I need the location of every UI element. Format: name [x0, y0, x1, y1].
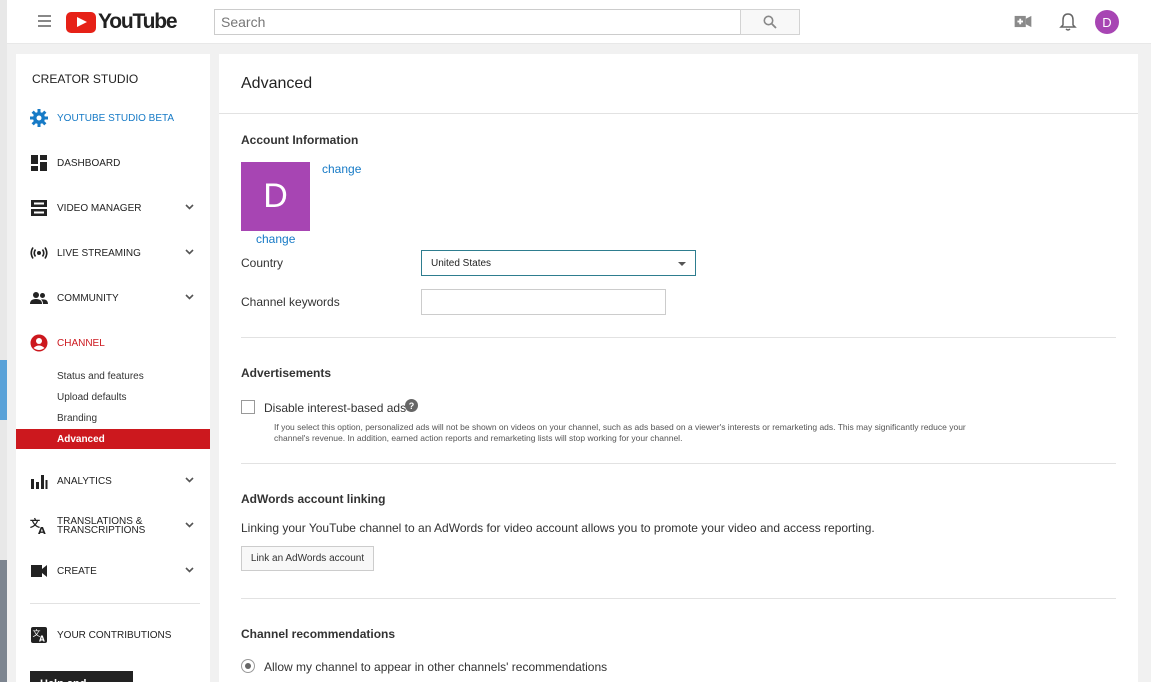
sidebar-subitem-branding[interactable]: Branding: [16, 408, 210, 428]
sidebar-item-your-contributions[interactable]: 文 A YOUR CONTRIBUTIONS: [16, 620, 210, 650]
search-input[interactable]: [214, 9, 740, 35]
svg-text:A: A: [38, 526, 46, 535]
channel-keywords-input[interactable]: [421, 289, 666, 315]
help-question-icon[interactable]: ?: [405, 399, 418, 412]
desktop-edge: [0, 0, 7, 682]
sidebar-subitem-label: Branding: [57, 413, 98, 424]
channel-keywords-label: Channel keywords: [241, 295, 340, 309]
sidebar-item-label: CREATE: [57, 565, 97, 577]
country-selected-value: United States: [431, 258, 492, 269]
play-logo-icon: [66, 11, 96, 33]
sidebar-subitem-label: Status and features: [57, 371, 144, 382]
sidebar-title: CREATOR STUDIO: [32, 72, 139, 86]
video-manager-icon: [31, 200, 47, 216]
creator-studio-sidebar: CREATOR STUDIO YOUTUBE STUDIO BETA DASHB…: [16, 54, 210, 682]
sidebar-subitem-label: Upload defaults: [57, 392, 127, 403]
help-feedback-button[interactable]: Help and feedback: [30, 671, 133, 682]
dashboard-icon: [31, 155, 47, 171]
allow-recommendations-radio[interactable]: [241, 659, 255, 673]
sidebar-item-label: DASHBOARD: [57, 157, 121, 169]
sidebar-item-video-manager[interactable]: VIDEO MANAGER: [16, 193, 210, 223]
sidebar-subitem-advanced[interactable]: Advanced: [16, 429, 210, 449]
menu-icon[interactable]: [38, 15, 51, 27]
search-bar: [214, 9, 800, 35]
chevron-down-icon[interactable]: [185, 294, 194, 300]
disable-interest-ads-checkbox[interactable]: [241, 400, 255, 414]
channel-avatar: D: [241, 162, 310, 231]
svg-text:A: A: [39, 635, 45, 644]
account-avatar[interactable]: D: [1095, 10, 1119, 34]
advertisements-heading: Advertisements: [241, 366, 332, 380]
sidebar-item-label: CHANNEL: [57, 337, 105, 349]
sidebar-item-label: LIVE STREAMING: [57, 247, 141, 259]
sidebar-item-label: VIDEO MANAGER: [57, 202, 142, 214]
change-account-link[interactable]: change: [322, 162, 361, 176]
sidebar-item-label: YOUR CONTRIBUTIONS: [57, 629, 172, 641]
sidebar-item-label: YOUTUBE STUDIO BETA: [57, 112, 175, 124]
sidebar-subitem-label: Advanced: [57, 434, 105, 445]
section-divider: [241, 463, 1116, 464]
dropdown-arrow-icon: [678, 262, 686, 266]
chevron-down-icon[interactable]: [185, 204, 194, 210]
sidebar-subitem-status-and-features[interactable]: Status and features: [16, 366, 210, 386]
chevron-down-icon[interactable]: [185, 567, 194, 573]
section-divider: [241, 598, 1116, 599]
disable-interest-ads-label: Disable interest-based ads: [264, 401, 407, 415]
sidebar-item-youtube-studio-beta[interactable]: YOUTUBE STUDIO BETA: [16, 103, 210, 133]
upload-camera-icon[interactable]: [1014, 15, 1032, 28]
allow-recommendations-label: Allow my channel to appear in other chan…: [264, 660, 608, 674]
analytics-icon: [31, 475, 48, 489]
ads-explanation-note: If you select this option, personalized …: [274, 422, 966, 443]
change-avatar-link[interactable]: change: [256, 232, 295, 246]
account-information-heading: Account Information: [241, 133, 359, 147]
translate-icon: 文 A: [30, 517, 46, 535]
channel-icon: [30, 334, 48, 352]
sidebar-item-label: TRANSLATIONS & TRANSCRIPTIONS: [57, 516, 146, 536]
search-button[interactable]: [740, 9, 800, 35]
page-header: Advanced: [219, 54, 1138, 114]
community-icon: [30, 292, 48, 304]
search-icon: [763, 15, 777, 29]
sidebar-item-community[interactable]: COMMUNITY: [16, 283, 210, 313]
sidebar-item-dashboard[interactable]: DASHBOARD: [16, 148, 210, 178]
sidebar-item-translations[interactable]: 文 A TRANSLATIONS & TRANSCRIPTIONS: [16, 511, 210, 541]
sidebar-item-live-streaming[interactable]: LIVE STREAMING: [16, 238, 210, 268]
create-icon: [31, 565, 47, 577]
youtube-logo[interactable]: YouTube: [66, 10, 178, 33]
adwords-heading: AdWords account linking: [241, 492, 386, 506]
country-label: Country: [241, 256, 284, 270]
sidebar-item-channel[interactable]: CHANNEL: [16, 328, 210, 358]
adwords-description: Linking your YouTube channel to an AdWor…: [241, 521, 875, 535]
chevron-down-icon[interactable]: [185, 522, 194, 528]
chevron-down-icon[interactable]: [185, 477, 194, 483]
sidebar-item-analytics[interactable]: ANALYTICS: [16, 466, 210, 496]
link-adwords-button[interactable]: Link an AdWords account: [241, 546, 374, 571]
masthead: YouTube: [7, 0, 1151, 44]
sidebar-item-label: COMMUNITY: [57, 292, 119, 304]
channel-recommendations-heading: Channel recommendations: [241, 627, 396, 641]
gear-icon: [30, 109, 48, 127]
page-title: Advanced: [241, 75, 313, 92]
logo-text: YouTube: [98, 10, 178, 33]
advanced-settings-panel: Advanced Account Information D change ch…: [219, 54, 1138, 682]
sidebar-subitem-upload-defaults[interactable]: Upload defaults: [16, 387, 210, 407]
notifications-bell-icon[interactable]: [1059, 12, 1077, 32]
contributions-icon: 文 A: [31, 627, 47, 644]
live-icon: [30, 247, 48, 259]
sidebar-item-create[interactable]: CREATE: [16, 556, 210, 586]
sidebar-divider: [30, 603, 200, 604]
country-select[interactable]: United States: [421, 250, 696, 276]
sidebar-item-label: ANALYTICS: [57, 475, 112, 487]
chevron-down-icon[interactable]: [185, 249, 194, 255]
section-divider: [241, 337, 1116, 338]
